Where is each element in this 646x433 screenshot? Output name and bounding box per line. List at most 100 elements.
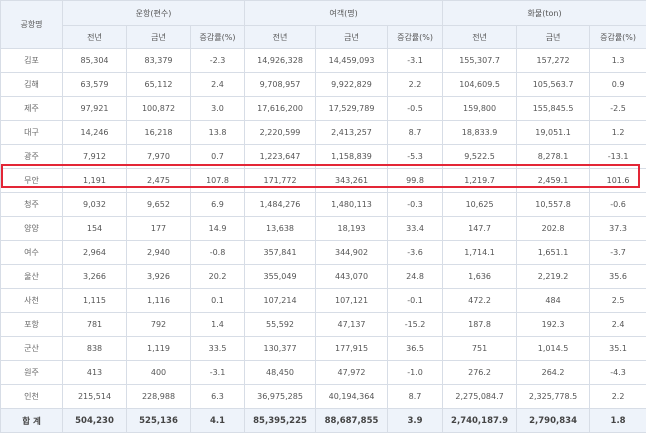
table-cell: -15.2 [388, 313, 443, 337]
table-cell: -0.5 [388, 97, 443, 121]
airport-name: 청주 [1, 193, 63, 217]
table-cell: 48,450 [245, 361, 316, 385]
table-body: 김포85,30483,379-2.314,926,32814,459,093-3… [1, 49, 646, 433]
table-cell: 18,193 [316, 217, 388, 241]
table-cell: 99.8 [388, 169, 443, 193]
subcol-header: 증감률(%) [388, 26, 443, 49]
airport-name: 군산 [1, 337, 63, 361]
table-cell: 14,246 [63, 121, 127, 145]
table-row: 김포85,30483,379-2.314,926,32814,459,093-3… [1, 49, 646, 73]
table-cell: 1,115 [63, 289, 127, 313]
table-cell: 36,975,285 [245, 385, 316, 409]
airport-name: 포항 [1, 313, 63, 337]
table-cell: 65,112 [127, 73, 191, 97]
airport-name: 여수 [1, 241, 63, 265]
table-cell: 2.4 [191, 73, 245, 97]
table-cell: 2,220,599 [245, 121, 316, 145]
table-cell: 18,833.9 [443, 121, 517, 145]
table-cell: 2.2 [590, 385, 646, 409]
table-cell: -3.1 [191, 361, 245, 385]
table-cell: 1.2 [590, 121, 646, 145]
table-cell: 35.1 [590, 337, 646, 361]
table-cell: 1,223,647 [245, 145, 316, 169]
table-row: 포항7817921.455,59247,137-15.2187.8192.32.… [1, 313, 646, 337]
table-cell: 9,522.5 [443, 145, 517, 169]
table-cell: 2,219.2 [517, 265, 590, 289]
table-cell: 9,922,829 [316, 73, 388, 97]
table-cell: 2.5 [590, 289, 646, 313]
table-cell: 2.2 [388, 73, 443, 97]
airport-name: 대구 [1, 121, 63, 145]
airport-stats-table: 공항명 운항(편수) 여객(명) 화물(ton) 전년 금년 증감률(%) 전년… [0, 0, 646, 433]
table-cell: 154 [63, 217, 127, 241]
table-cell: 2,964 [63, 241, 127, 265]
header-row-subcols: 전년 금년 증감률(%) 전년 금년 증감률(%) 전년 금년 증감률(%) [1, 26, 646, 49]
table-cell: 1,714.1 [443, 241, 517, 265]
table-cell: 105,563.7 [517, 73, 590, 97]
table-row: 김해63,57965,1122.49,708,9579,922,8292.210… [1, 73, 646, 97]
table-cell: 343,261 [316, 169, 388, 193]
airport-name: 광주 [1, 145, 63, 169]
table-cell: 0.9 [590, 73, 646, 97]
table-cell: 14,926,328 [245, 49, 316, 73]
table-cell: 1,484,276 [245, 193, 316, 217]
table-cell: 14,459,093 [316, 49, 388, 73]
table-row: 여수2,9642,940-0.8357,841344,902-3.61,714.… [1, 241, 646, 265]
header-row-groups: 공항명 운항(편수) 여객(명) 화물(ton) [1, 1, 646, 26]
table-cell: 177 [127, 217, 191, 241]
table-cell: 1,119 [127, 337, 191, 361]
table-cell: 2.4 [590, 313, 646, 337]
table-cell: 781 [63, 313, 127, 337]
subcol-header: 증감률(%) [590, 26, 646, 49]
table-cell: 8.7 [388, 121, 443, 145]
table-cell: 187.8 [443, 313, 517, 337]
table-cell: 8.7 [388, 385, 443, 409]
table-cell: 33.5 [191, 337, 245, 361]
subcol-header: 금년 [517, 26, 590, 49]
table-cell: 47,137 [316, 313, 388, 337]
group-header-cargo: 화물(ton) [443, 1, 646, 26]
table-cell: 47,972 [316, 361, 388, 385]
table-cell: 472.2 [443, 289, 517, 313]
table-cell: 7,970 [127, 145, 191, 169]
table-cell: 3.0 [191, 97, 245, 121]
table-cell: 9,652 [127, 193, 191, 217]
table-cell: 155,307.7 [443, 49, 517, 73]
table-cell: 3,926 [127, 265, 191, 289]
table-row: 사천1,1151,1160.1107,214107,121-0.1472.248… [1, 289, 646, 313]
table-cell: 264.2 [517, 361, 590, 385]
table-row: 대구14,24616,21813.82,220,5992,413,2578.71… [1, 121, 646, 145]
table-cell: 228,988 [127, 385, 191, 409]
table-cell: 1,191 [63, 169, 127, 193]
airport-name: 인천 [1, 385, 63, 409]
table-cell: 55,592 [245, 313, 316, 337]
table-row: 광주7,9127,9700.71,223,6471,158,839-5.39,5… [1, 145, 646, 169]
table-cell: 83,379 [127, 49, 191, 73]
table-cell: 1,116 [127, 289, 191, 313]
table-cell: 63,579 [63, 73, 127, 97]
table-cell: 9,708,957 [245, 73, 316, 97]
table-cell: 6.9 [191, 193, 245, 217]
table-cell: 7,912 [63, 145, 127, 169]
airport-name: 김해 [1, 73, 63, 97]
airport-name: 양양 [1, 217, 63, 241]
table-cell: 17,529,789 [316, 97, 388, 121]
table-cell: 9,032 [63, 193, 127, 217]
table-cell: 355,049 [245, 265, 316, 289]
table-cell: 2,475 [127, 169, 191, 193]
table-cell: -1.0 [388, 361, 443, 385]
table-cell: -0.6 [590, 193, 646, 217]
table-cell: -2.5 [590, 97, 646, 121]
table-cell: 104,609.5 [443, 73, 517, 97]
table-cell: -13.1 [590, 145, 646, 169]
subcol-header: 증감률(%) [191, 26, 245, 49]
table-cell: 85,304 [63, 49, 127, 73]
table-cell: 215,514 [63, 385, 127, 409]
table-cell: 792 [127, 313, 191, 337]
airport-name: 원주 [1, 361, 63, 385]
table-cell: 97,921 [63, 97, 127, 121]
subcol-header: 전년 [443, 26, 517, 49]
table-cell: -0.3 [388, 193, 443, 217]
airport-name: 제주 [1, 97, 63, 121]
airport-name: 무안 [1, 169, 63, 193]
